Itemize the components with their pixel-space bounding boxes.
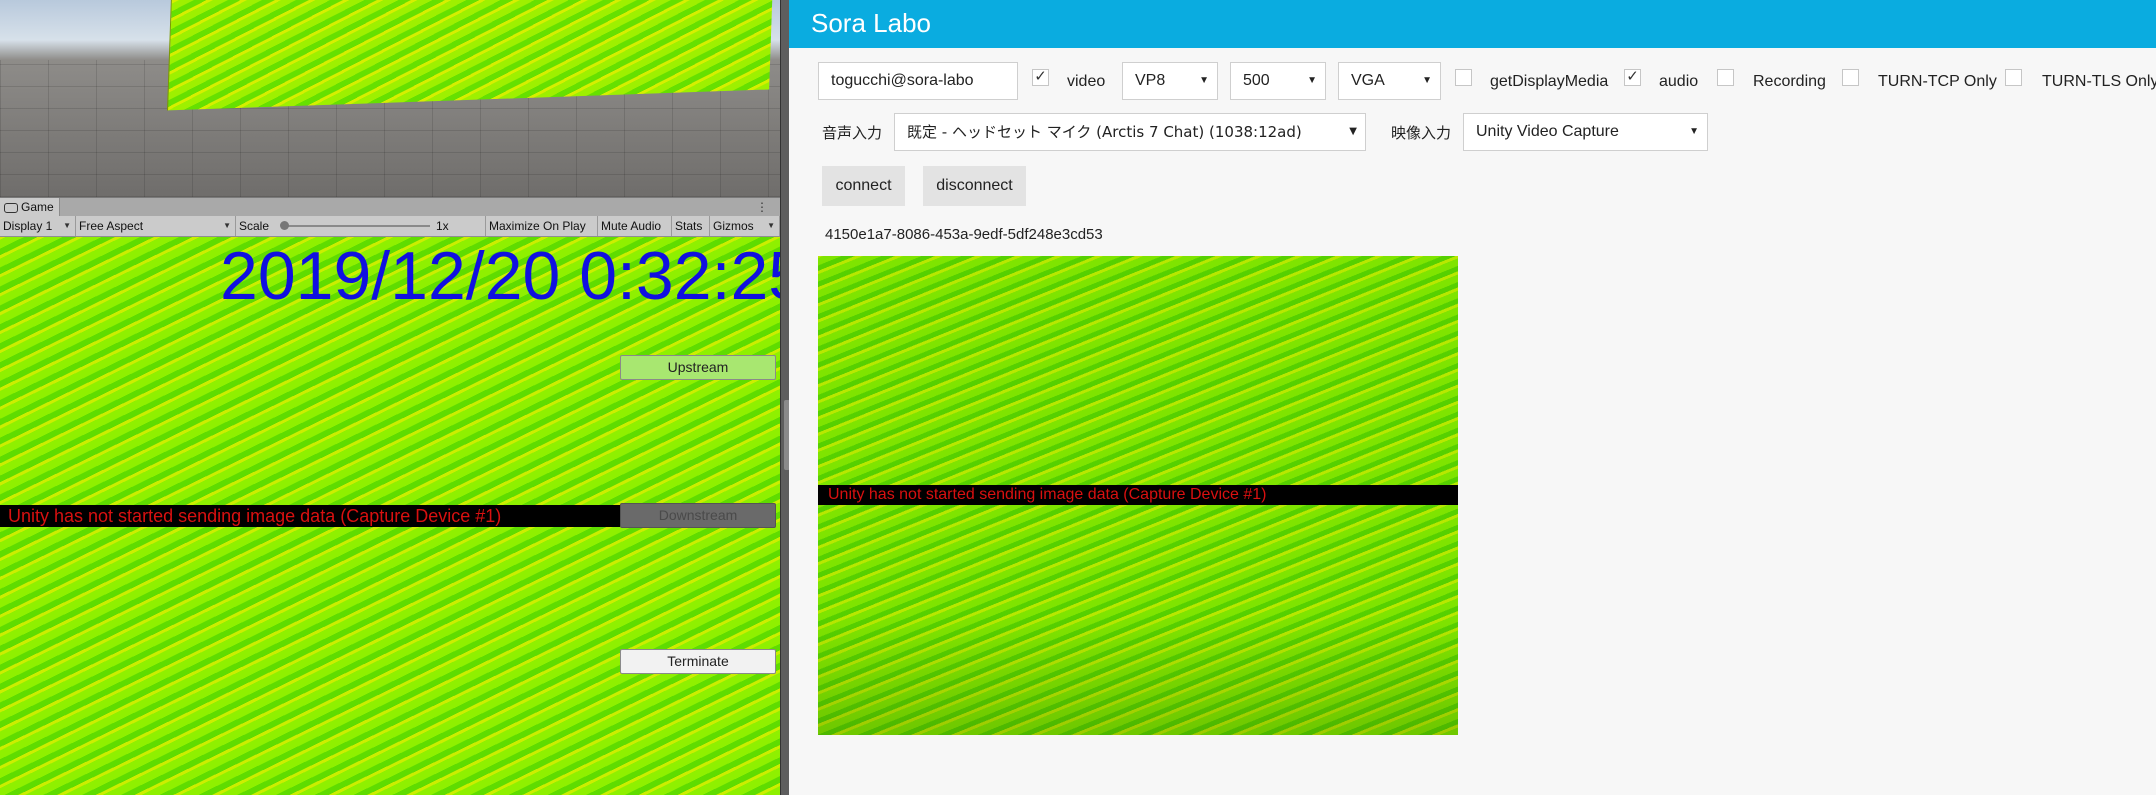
get-display-media-label: getDisplayMedia xyxy=(1490,73,1609,90)
terminate-button[interactable]: Terminate xyxy=(620,649,776,674)
resolution-value: VGA xyxy=(1351,72,1385,89)
chevron-down-icon: ▼ xyxy=(767,221,775,230)
connection-id-text: 4150e1a7-8086-453a-9edf-5df248e3cd53 xyxy=(825,226,1103,243)
unity-editor: Game ⋮ Display 1 ▼ Free Aspect ▼ Scale 1x … xyxy=(0,0,780,795)
video-input-value: Unity Video Capture xyxy=(1476,123,1619,140)
page-title: Sora Labo xyxy=(811,8,931,38)
tab-game[interactable]: Game xyxy=(0,198,60,217)
maximize-on-play-toggle[interactable]: Maximize On Play xyxy=(486,216,598,236)
video-input-label: 映像入力 xyxy=(1391,124,1452,142)
video-input-select[interactable]: Unity Video Capture ▼ xyxy=(1463,113,1708,151)
codec-value: VP8 xyxy=(1135,72,1166,89)
scale-label: Scale xyxy=(239,219,270,233)
game-view[interactable]: 2019/12/20 0:32:25 Upstream Unity has no… xyxy=(0,237,780,795)
scene-view[interactable] xyxy=(0,0,780,197)
recording-checkbox[interactable] xyxy=(1717,69,1734,86)
chevron-down-icon: ▼ xyxy=(63,221,71,230)
remote-video[interactable]: Unity has not started sending image data… xyxy=(818,256,1458,735)
turn-tls-label: TURN-TLS Only xyxy=(2042,73,2156,90)
aspect-dropdown[interactable]: Free Aspect ▼ xyxy=(76,216,236,236)
turn-tcp-label: TURN-TCP Only xyxy=(1878,73,1997,90)
capture-error-banner: Unity has not started sending image data… xyxy=(0,505,620,527)
game-toolbar: Display 1 ▼ Free Aspect ▼ Scale 1x Maximiz… xyxy=(0,216,780,237)
tab-game-label: Game xyxy=(21,200,54,214)
audio-checkbox[interactable]: ✓ xyxy=(1624,69,1641,86)
chevron-down-icon: ▼ xyxy=(1349,126,1357,137)
codec-select[interactable]: VP8 ▼ xyxy=(1122,62,1218,100)
video-error-banner: Unity has not started sending image data… xyxy=(818,485,1458,505)
tab-menu-icon[interactable]: ⋮ xyxy=(756,200,768,214)
resolution-select[interactable]: VGA ▼ xyxy=(1338,62,1441,100)
chevron-down-icon: ▼ xyxy=(1307,75,1317,86)
aspect-dropdown-label: Free Aspect xyxy=(79,219,144,233)
sora-header: Sora Labo xyxy=(789,0,2156,48)
gizmos-label: Gizmos xyxy=(713,219,754,233)
downstream-button[interactable]: Downstream xyxy=(620,503,776,528)
bitrate-value: 500 xyxy=(1243,72,1270,89)
scale-value: 1x xyxy=(436,219,449,233)
game-clock-text: 2019/12/20 0:32:25 xyxy=(220,238,780,314)
upstream-button[interactable]: Upstream xyxy=(620,355,776,380)
audio-input-select[interactable]: 既定 - ヘッドセット マイク (Arctis 7 Chat) (1038:12… xyxy=(894,113,1366,151)
recording-label: Recording xyxy=(1753,73,1826,90)
disconnect-button[interactable]: disconnect xyxy=(923,166,1026,206)
game-tab-bar: Game ⋮ xyxy=(0,197,780,217)
get-display-media-checkbox[interactable] xyxy=(1455,69,1472,86)
scale-slider-track[interactable] xyxy=(284,225,430,227)
connect-button[interactable]: connect xyxy=(822,166,905,206)
audio-input-value: 既定 - ヘッドセット マイク (Arctis 7 Chat) (1038:12… xyxy=(907,123,1302,141)
gizmos-dropdown[interactable]: Gizmos ▼ xyxy=(710,216,780,236)
video-label: video xyxy=(1067,73,1106,90)
audio-label: audio xyxy=(1659,73,1699,90)
video-shade xyxy=(818,615,1458,735)
channel-id-input[interactable]: togucchi@sora-labo xyxy=(818,62,1018,100)
video-checkbox[interactable]: ✓ xyxy=(1032,69,1049,86)
chevron-down-icon: ▼ xyxy=(1422,75,1432,86)
audio-input-label: 音声入力 xyxy=(822,124,883,142)
display-dropdown[interactable]: Display 1 ▼ xyxy=(0,216,76,236)
turn-tls-checkbox[interactable] xyxy=(2005,69,2022,86)
chevron-down-icon: ▼ xyxy=(1689,126,1699,137)
chevron-down-icon: ▼ xyxy=(223,221,231,230)
bitrate-select[interactable]: 500 ▼ xyxy=(1230,62,1326,100)
turn-tcp-checkbox[interactable] xyxy=(1842,69,1859,86)
stats-toggle[interactable]: Stats xyxy=(672,216,710,236)
sora-labo-page: Sora Labo togucchi@sora-labo ✓ video VP8… xyxy=(789,0,2156,795)
gamepad-icon xyxy=(4,202,18,213)
display-dropdown-label: Display 1 xyxy=(3,219,53,233)
mute-audio-toggle[interactable]: Mute Audio xyxy=(598,216,672,236)
scale-slider-handle[interactable] xyxy=(280,221,289,230)
chevron-down-icon: ▼ xyxy=(1199,75,1209,86)
